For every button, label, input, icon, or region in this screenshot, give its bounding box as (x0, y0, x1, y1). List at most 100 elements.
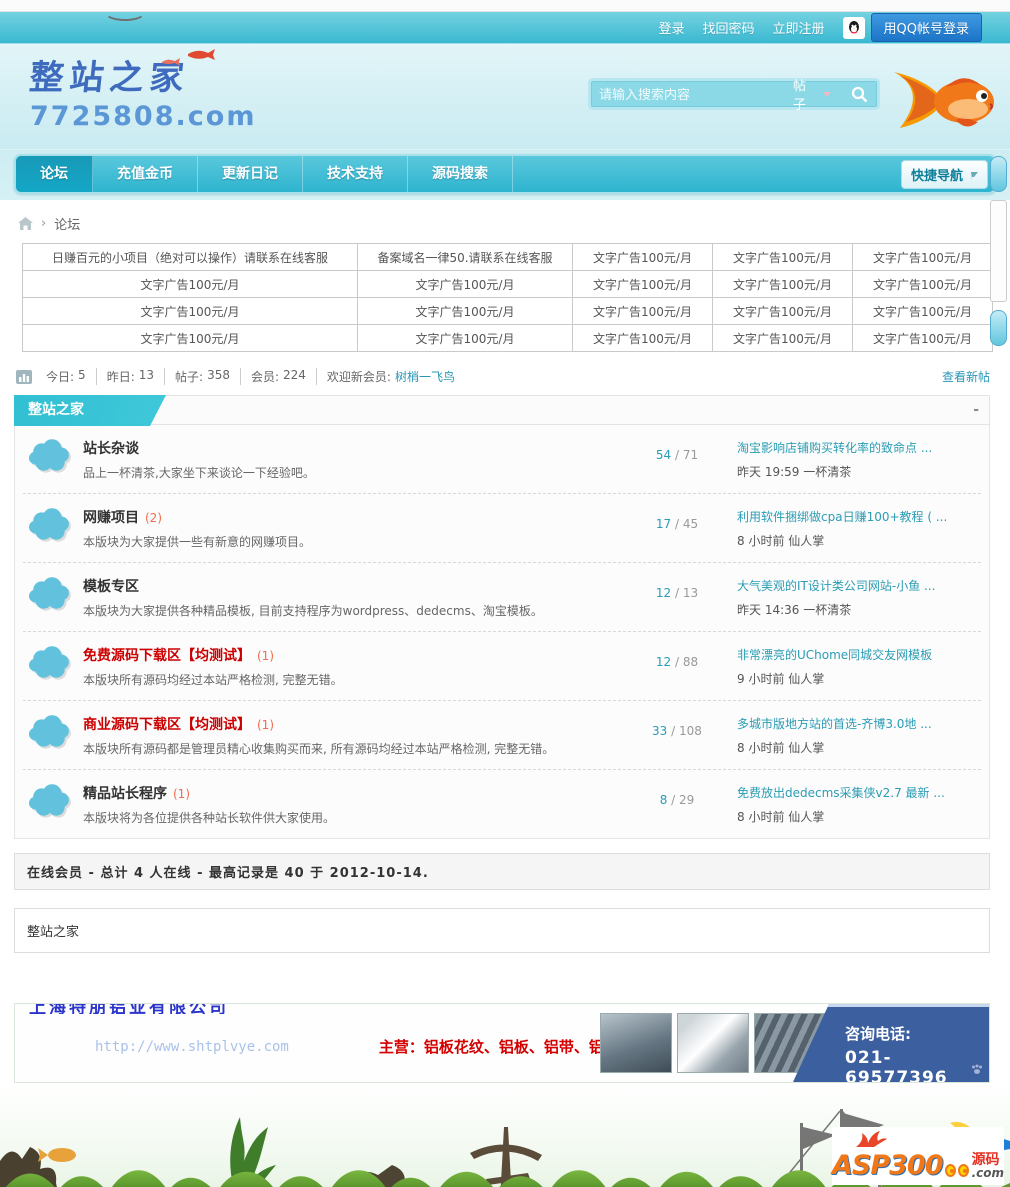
nav-support[interactable]: 技术支持 (303, 156, 408, 192)
threads-count: 17 (655, 517, 672, 531)
login-link[interactable]: 登录 (658, 18, 684, 37)
ad-cell[interactable]: 日赚百元的小项目（绝对可以操作）请联系在线客服 (22, 243, 358, 271)
ad-cell[interactable]: 文字广告100元/月 (572, 243, 713, 271)
forum-link[interactable]: 网赚项目 (83, 510, 139, 526)
ad-cell[interactable]: 文字广告100元/月 (712, 243, 853, 271)
last-post-link[interactable]: 多城市版地方站的首选-齐博3.0地 ... (737, 715, 975, 732)
forum-today-count: (1) (173, 787, 190, 801)
paw-icon (971, 1064, 983, 1078)
ad-cell[interactable]: 文字广告100元/月 (572, 324, 713, 352)
forum-link[interactable]: 商业源码下载区【均测试】 (83, 717, 251, 733)
last-post: 利用软件捆绑做cpa日赚100+教程 ( ... 8 小时前 仙人掌 (737, 508, 975, 550)
scroll-track[interactable] (990, 200, 1007, 302)
today-count: 5 (78, 368, 86, 382)
forum-link[interactable]: 站长杂谈 (83, 441, 139, 457)
last-post-link[interactable]: 利用软件捆绑做cpa日赚100+教程 ( ... (737, 508, 975, 525)
ad-cell[interactable]: 文字广告100元/月 (357, 270, 573, 298)
counter-separator: / (674, 517, 680, 531)
last-post-link[interactable]: 大气美观的IT设计类公司网站-小鱼 ... (737, 577, 975, 594)
threads-count: 12 (655, 586, 672, 600)
ad-cell[interactable]: 文字广告100元/月 (22, 324, 358, 352)
search-button[interactable] (841, 86, 877, 103)
footer-nav-text[interactable]: 整站之家 (27, 925, 79, 940)
phone-label: 咨询电话: (845, 1025, 911, 1043)
welcome-label: 欢迎新会员: (326, 370, 391, 384)
qq-login-button[interactable]: 用QQ帐号登录 (870, 13, 982, 42)
scroll-top-button[interactable] (990, 156, 1007, 192)
last-post-link[interactable]: 非常漂亮的UChome同城交友网模板 (737, 646, 975, 663)
forum-cloud-icon[interactable] (29, 438, 71, 481)
forum-description: 本版块为大家提供各种精品模板, 目前支持程序为wordpress、dedecms… (83, 604, 543, 618)
counter-separator: / (674, 448, 680, 462)
page: 登录 找回密码 立即注册 用QQ帐号登录 整站之家 7725808.com 帖子 (0, 0, 1010, 1187)
nav-source-search[interactable]: 源码搜索 (408, 156, 513, 192)
view-new-posts-link[interactable]: 查看新帖 (942, 368, 990, 385)
site-logo[interactable]: 整站之家 7725808.com (28, 49, 256, 132)
search-input[interactable] (591, 86, 783, 102)
breadcrumb-forum[interactable]: 论坛 (54, 214, 80, 233)
posts-count: 29 (679, 793, 695, 807)
ad-cell[interactable]: 文字广告100元/月 (712, 270, 853, 298)
phone-number: 021-69577396 (845, 1048, 948, 1083)
newest-member-link[interactable]: 树梢一飞鸟 (395, 368, 455, 385)
site-header: 整站之家 7725808.com 帖子 (0, 44, 1010, 150)
last-post: 淘宝影响店铺购买转化率的致命点 ... 昨天 19:59 一杯清茶 (737, 439, 975, 481)
nav-recharge[interactable]: 充值金币 (93, 156, 198, 192)
forum-cloud-icon[interactable] (29, 645, 71, 688)
forum-cloud-icon[interactable] (29, 576, 71, 619)
ad-cell[interactable]: 文字广告100元/月 (852, 243, 993, 271)
banner-url[interactable]: http://www.shtplvye.com (95, 1039, 289, 1055)
category-header: 整站之家 - (14, 395, 990, 425)
watermark-brand: ASP300 (832, 1150, 943, 1181)
ad-cell[interactable]: 备案域名一律50.请联系在线客服 (357, 243, 573, 271)
forum-counters: 12 / 13 (629, 586, 725, 619)
quick-nav-button[interactable]: 快捷导航 (900, 159, 988, 189)
ad-cell[interactable]: 文字广告100元/月 (572, 297, 713, 325)
last-post-link[interactable]: 免费放出dedecms采集侠v2.7 最新 ... (737, 784, 975, 801)
ad-cell[interactable]: 文字广告100元/月 (22, 297, 358, 325)
flame-icon (854, 1129, 888, 1152)
forum-link[interactable]: 模板专区 (83, 579, 139, 595)
ad-cell[interactable]: 文字广告100元/月 (852, 297, 993, 325)
nav-changelog[interactable]: 更新日记 (198, 156, 303, 192)
search-icon (851, 86, 868, 102)
forum-cloud-icon[interactable] (29, 714, 71, 757)
ad-cell[interactable]: 文字广告100元/月 (852, 270, 993, 298)
posts-count: 358 (207, 368, 230, 382)
banner-ad[interactable]: 上海特朋铝业有限公司 http://www.shtplvye.com 主营：铝板… (14, 1003, 990, 1083)
ad-cell[interactable]: 文字广告100元/月 (357, 297, 573, 325)
ad-cell[interactable]: 文字广告100元/月 (852, 324, 993, 352)
posts-count: 108 (679, 724, 702, 738)
search-scope-label: 帖子 (793, 79, 807, 113)
forum-today-count: (2) (145, 511, 162, 525)
forum-cloud-icon[interactable] (29, 783, 71, 826)
forum-link[interactable]: 精品站长程序 (83, 786, 167, 802)
forum-cloud-icon[interactable] (29, 507, 71, 550)
forum-link[interactable]: 免费源码下载区【均测试】 (83, 648, 251, 664)
ad-cell[interactable]: 文字广告100元/月 (357, 324, 573, 352)
find-password-link[interactable]: 找回密码 (703, 18, 755, 37)
ad-cell[interactable]: 文字广告100元/月 (22, 270, 358, 298)
forum-counters: 54 / 71 (629, 448, 725, 481)
search-scope-dropdown[interactable]: 帖子 (783, 75, 841, 113)
ad-cell[interactable]: 文字广告100元/月 (712, 297, 853, 325)
eye-icon (957, 1164, 969, 1177)
banner-photo (600, 1013, 672, 1073)
members-count: 224 (283, 368, 306, 382)
top-strip (0, 0, 1010, 21)
logo-fish-icon (158, 46, 218, 75)
last-post-link[interactable]: 淘宝影响店铺购买转化率的致命点 ... (737, 439, 975, 456)
ad-cell[interactable]: 文字广告100元/月 (712, 324, 853, 352)
yesterday-label: 昨日: (106, 370, 135, 384)
collapse-button[interactable]: - (973, 402, 979, 418)
banner-products: 主营：铝板花纹、铝板、铝带、铝卷 (378, 1038, 619, 1056)
home-icon[interactable] (18, 216, 33, 231)
posts-label: 帖子: (175, 370, 204, 384)
nav-forum[interactable]: 论坛 (16, 156, 93, 192)
scroll-bottom-button[interactable] (990, 310, 1007, 346)
forum-description: 品上一杯清茶,大家坐下来谈论一下经验吧。 (83, 466, 315, 480)
eye-icon (944, 1164, 956, 1177)
register-link[interactable]: 立即注册 (773, 18, 825, 37)
category-title[interactable]: 整站之家 (14, 395, 166, 426)
ad-cell[interactable]: 文字广告100元/月 (572, 270, 713, 298)
